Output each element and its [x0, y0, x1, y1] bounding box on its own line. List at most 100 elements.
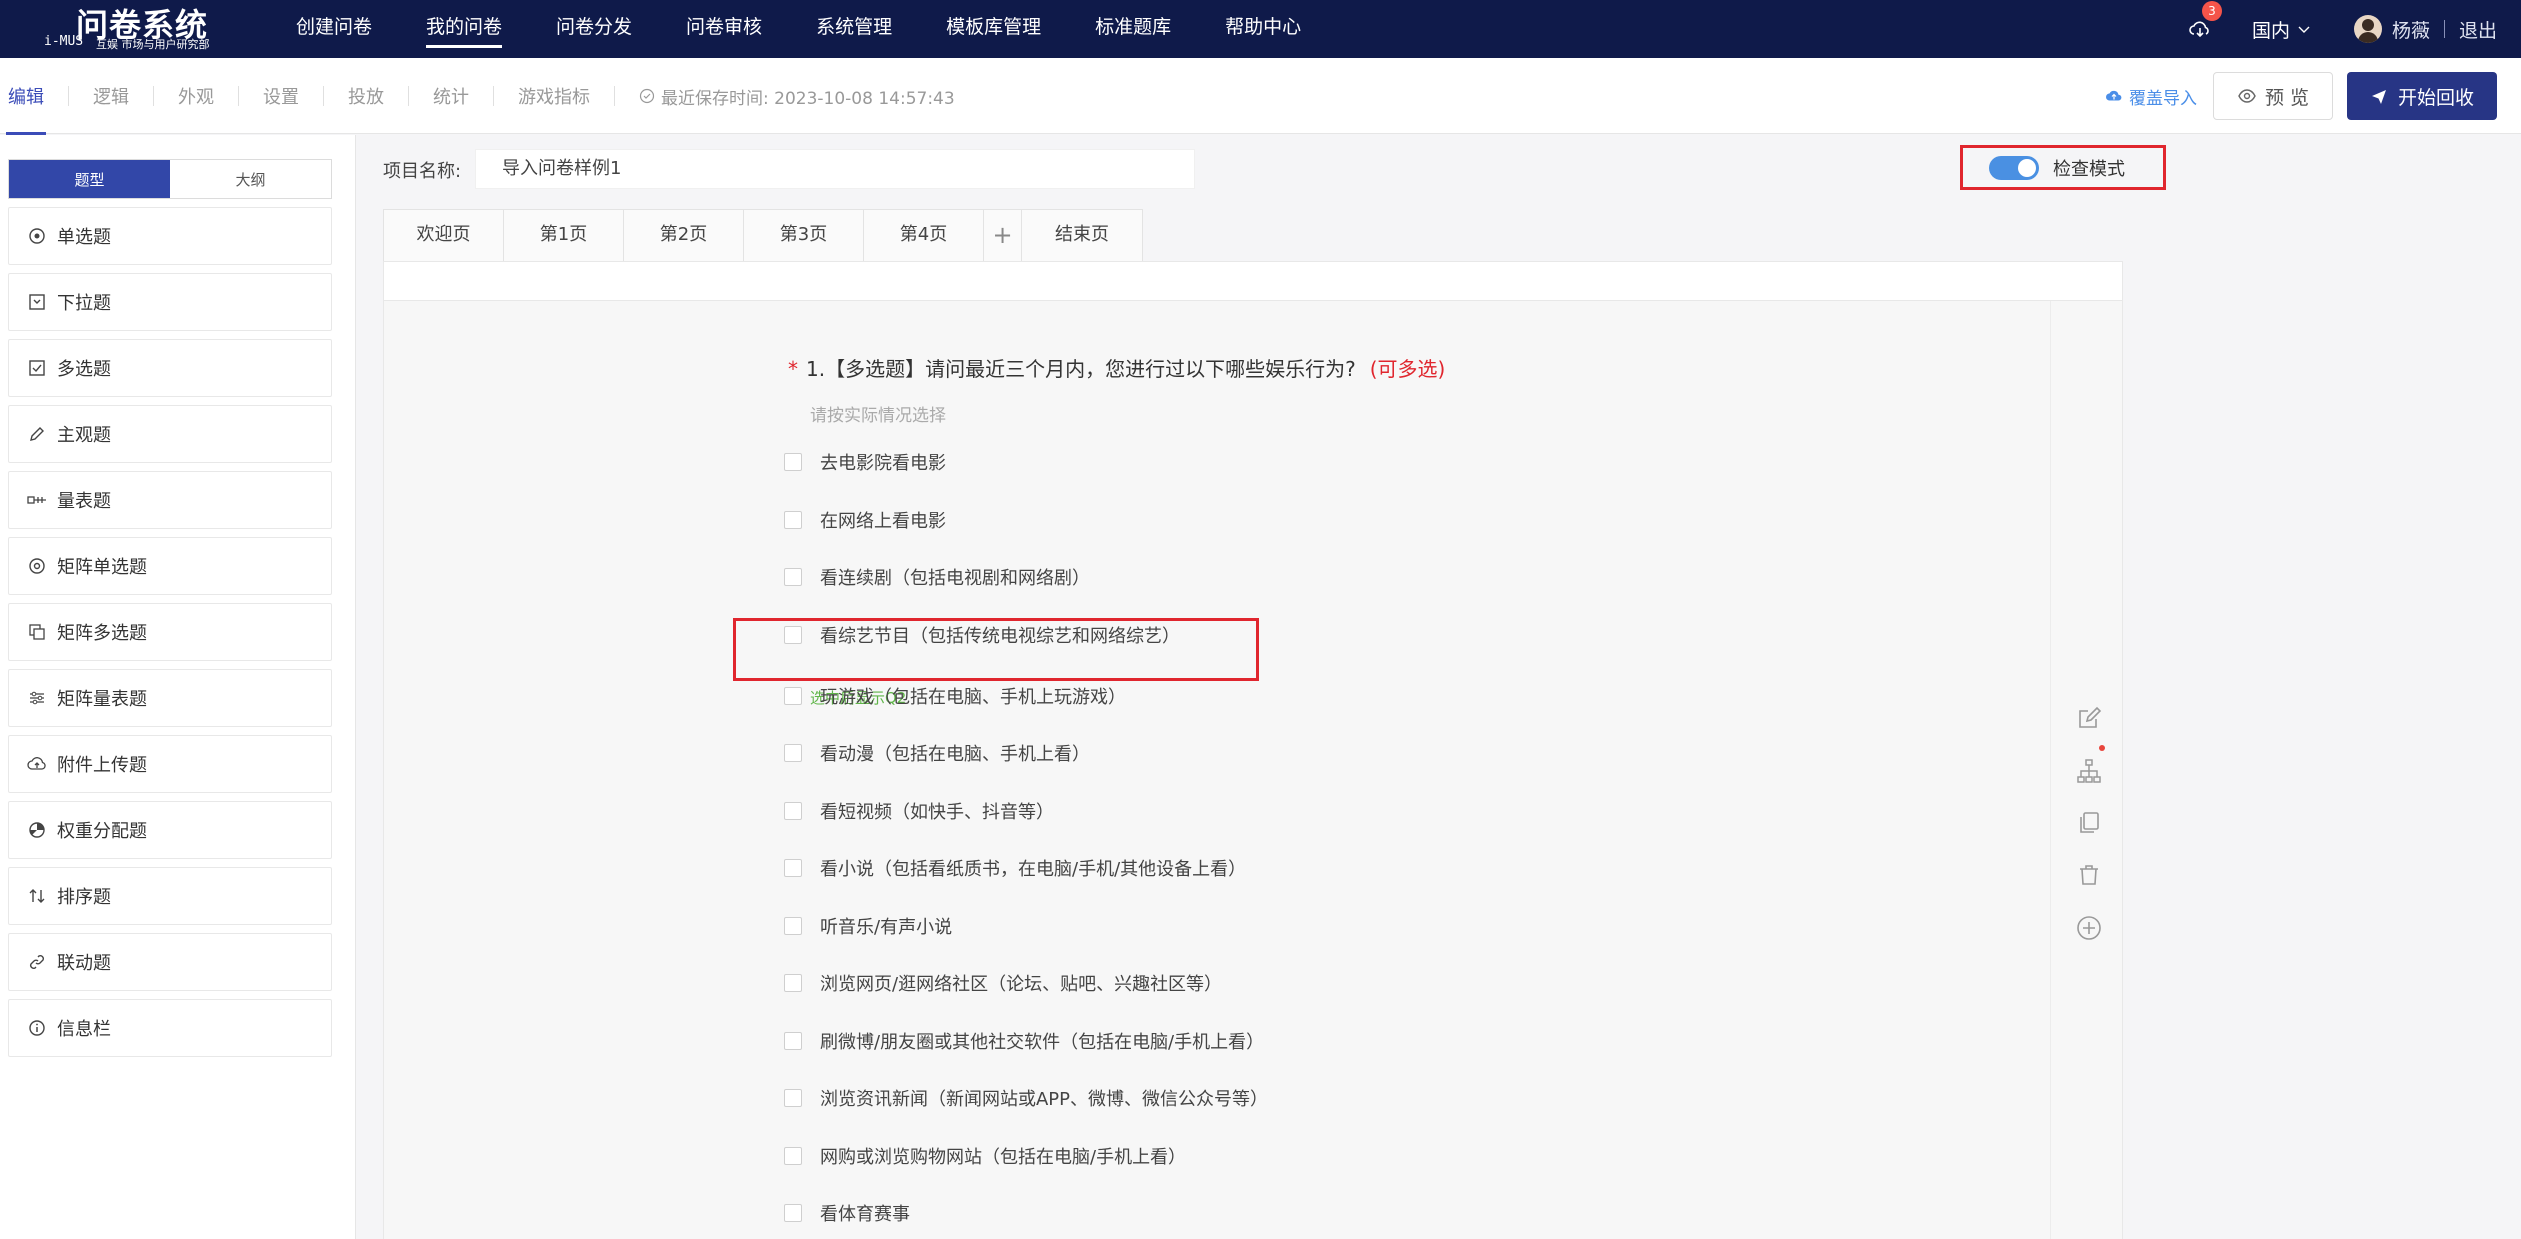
- option-item[interactable]: 看连续剧（包括电视剧和网络剧）: [784, 562, 1090, 592]
- option-checkbox[interactable]: [784, 1032, 802, 1050]
- qtype-label: 下拉题: [57, 293, 111, 314]
- add-circle-icon[interactable]: [2075, 914, 2103, 942]
- edit-icon[interactable]: [2075, 704, 2103, 732]
- nav-item-create[interactable]: 创建问卷: [296, 0, 372, 58]
- qtype-label: 权重分配题: [57, 821, 147, 842]
- question-panel: * 1.【多选题】请问最近三个月内，您进行过以下哪些娱乐行为? (可多选) 请按实际…: [383, 301, 2123, 1239]
- question-type-sidebar: 题型 大纲 单选题 下拉题 多选题 主观题 量表题 矩阵单选题 矩阵多选题 矩阵…: [0, 135, 356, 1239]
- qtype-matrix-multiple[interactable]: 矩阵多选题: [8, 603, 332, 661]
- option-item[interactable]: 看短视频（如快手、抖音等）: [784, 796, 1054, 826]
- region-select[interactable]: 国内: [2252, 16, 2312, 43]
- import-label: 覆盖导入: [2129, 88, 2197, 109]
- notification-badge: 3: [2201, 1, 2222, 21]
- matrix-radio-icon: [27, 556, 47, 576]
- overwrite-import-button[interactable]: 覆盖导入: [2105, 84, 2197, 109]
- page-tab-end[interactable]: 结束页: [1022, 210, 1142, 262]
- qtype-file-upload[interactable]: 附件上传题: [8, 735, 332, 793]
- option-checkbox[interactable]: [784, 687, 802, 705]
- option-item[interactable]: 玩游戏（包括在电脑、手机上玩游戏）: [784, 681, 1126, 711]
- project-name-input[interactable]: 导入问卷样例1: [475, 149, 1195, 189]
- segment-outline[interactable]: 大纲: [170, 160, 331, 198]
- qtype-single-choice[interactable]: 单选题: [8, 207, 332, 265]
- option-checkbox[interactable]: [784, 453, 802, 471]
- qtype-ranking[interactable]: 排序题: [8, 867, 332, 925]
- start-collecting-button[interactable]: 开始回收: [2347, 72, 2497, 120]
- option-checkbox[interactable]: [784, 802, 802, 820]
- qtype-scale[interactable]: 量表题: [8, 471, 332, 529]
- copy-icon[interactable]: [2075, 809, 2103, 837]
- option-item[interactable]: 浏览网页/逛网络社区（论坛、贴吧、兴趣社区等）: [784, 968, 1222, 998]
- nav-item-templates[interactable]: 模板库管理: [946, 0, 1041, 58]
- avatar[interactable]: [2353, 15, 2382, 43]
- dropdown-icon: [27, 292, 47, 312]
- option-item[interactable]: 看体育赛事: [784, 1198, 910, 1228]
- nav-item-my-surveys[interactable]: 我的问卷: [426, 0, 503, 58]
- option-checkbox[interactable]: [784, 859, 802, 877]
- page-tabs: 欢迎页 第1页 第2页 第3页 第4页 + 结束页: [383, 209, 1143, 262]
- nav-item-distribute[interactable]: 问卷分发: [556, 0, 632, 58]
- option-item[interactable]: 看动漫（包括在电脑、手机上看）: [784, 738, 1090, 768]
- page-tab-4[interactable]: 第4页: [864, 210, 984, 262]
- option-checkbox[interactable]: [784, 568, 802, 586]
- option-checkbox[interactable]: [784, 917, 802, 935]
- qtype-matrix-single[interactable]: 矩阵单选题: [8, 537, 332, 595]
- page-tab-1[interactable]: 第1页: [504, 210, 624, 262]
- scale-icon: [27, 490, 47, 510]
- qtype-info-bar[interactable]: 信息栏: [8, 999, 332, 1057]
- qtype-matrix-scale[interactable]: 矩阵量表题: [8, 669, 332, 727]
- page-tab-3[interactable]: 第3页: [744, 210, 864, 262]
- tab-settings[interactable]: 设置: [263, 83, 299, 109]
- option-label: 看体育赛事: [820, 1204, 910, 1225]
- option-checkbox[interactable]: [784, 1204, 802, 1222]
- qtype-multiple-choice[interactable]: 多选题: [8, 339, 332, 397]
- tab-logic[interactable]: 逻辑: [93, 83, 129, 109]
- add-page-button[interactable]: +: [984, 210, 1022, 262]
- option-item[interactable]: 网购或浏览购物网站（包括在电脑/手机上看）: [784, 1141, 1186, 1171]
- project-name-label: 项目名称:: [383, 161, 462, 182]
- delete-icon[interactable]: [2075, 861, 2103, 889]
- option-item[interactable]: 去电影院看电影: [784, 447, 946, 477]
- qtype-open-ended[interactable]: 主观题: [8, 405, 332, 463]
- username[interactable]: 杨薇: [2392, 16, 2430, 43]
- option-checkbox[interactable]: [784, 511, 802, 529]
- download-cloud-icon[interactable]: 3: [2188, 1, 2222, 41]
- nav-item-review[interactable]: 问卷审核: [686, 0, 762, 58]
- option-item[interactable]: 在网络上看电影: [784, 505, 946, 535]
- option-item[interactable]: 听音乐/有声小说: [784, 911, 952, 941]
- qtype-label: 多选题: [57, 359, 111, 380]
- option-label: 浏览资讯新闻（新闻网站或APP、微博、微信公众号等）: [820, 1089, 1269, 1110]
- option-item[interactable]: 看小说（包括看纸质书，在电脑/手机/其他设备上看）: [784, 853, 1246, 883]
- question-card[interactable]: * 1.【多选题】请问最近三个月内，您进行过以下哪些娱乐行为? (可多选) 请按实际…: [384, 301, 2052, 1239]
- tab-delivery[interactable]: 投放: [348, 83, 384, 109]
- link-icon: [27, 952, 47, 972]
- tab-stats[interactable]: 统计: [433, 83, 469, 109]
- option-checkbox[interactable]: [784, 1089, 802, 1107]
- question-tools: [2050, 301, 2122, 1239]
- option-item[interactable]: 刷微博/朋友圈或其他社交软件（包括在电脑/手机上看）: [784, 1026, 1264, 1056]
- qtype-weight[interactable]: 权重分配题: [8, 801, 332, 859]
- qtype-label: 附件上传题: [57, 755, 147, 776]
- option-label: 看连续剧（包括电视剧和网络剧）: [820, 568, 1090, 589]
- logic-tree-icon[interactable]: [2075, 757, 2103, 785]
- option-checkbox[interactable]: [784, 974, 802, 992]
- tab-appearance[interactable]: 外观: [178, 83, 214, 109]
- nav-item-system[interactable]: 系统管理: [816, 0, 892, 58]
- nav-item-question-bank[interactable]: 标准题库: [1095, 0, 1171, 58]
- preview-button[interactable]: 预 览: [2213, 72, 2333, 120]
- qtype-cascade[interactable]: 联动题: [8, 933, 332, 991]
- option-highlight-box: [733, 618, 1259, 681]
- nav-item-help[interactable]: 帮助中心: [1225, 0, 1301, 58]
- check-mode-toggle[interactable]: [1989, 155, 2039, 180]
- option-item[interactable]: 浏览资讯新闻（新闻网站或APP、微博、微信公众号等）: [784, 1083, 1268, 1113]
- segment-question-types[interactable]: 题型: [9, 160, 170, 198]
- qtype-dropdown[interactable]: 下拉题: [8, 273, 332, 331]
- tab-edit[interactable]: 编辑: [6, 83, 46, 135]
- app-logo[interactable]: 问卷系统 i-MUS 互娱 市场与用户研究部: [44, 0, 234, 58]
- page-tab-welcome[interactable]: 欢迎页: [384, 210, 504, 262]
- option-checkbox[interactable]: [784, 1147, 802, 1165]
- logout-link[interactable]: 退出: [2459, 16, 2497, 43]
- page-tab-2[interactable]: 第2页: [624, 210, 744, 262]
- tab-game-metrics[interactable]: 游戏指标: [518, 83, 590, 109]
- qtype-label: 矩阵多选题: [57, 623, 147, 644]
- option-checkbox[interactable]: [784, 744, 802, 762]
